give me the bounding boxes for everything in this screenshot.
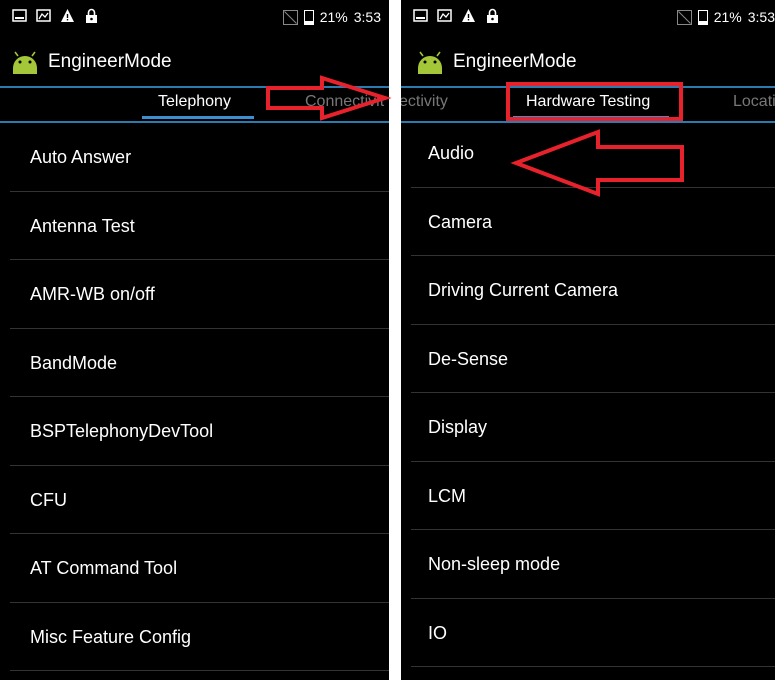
list-item-label: Audio — [428, 143, 475, 163]
list-item[interactable]: Camera — [401, 188, 775, 256]
list-item[interactable]: AMR-WB on/off — [0, 260, 389, 329]
list-item-label: Non-sleep mode — [428, 554, 561, 574]
battery-percent: 21% — [713, 9, 742, 25]
list-item[interactable]: Display — [401, 393, 775, 462]
list-item[interactable]: Antenna Test — [0, 192, 389, 260]
list-item[interactable]: Auto Answer — [0, 123, 389, 192]
list-item-label: CFU — [30, 489, 67, 510]
tab-telephony[interactable]: Telephony — [158, 93, 231, 111]
android-logo-icon — [418, 51, 442, 74]
list-item-label: Auto Answer — [30, 147, 132, 167]
tab-location[interactable]: Locati — [733, 93, 775, 111]
list-item[interactable]: BSPTelephonyDevTool — [0, 397, 389, 466]
tab-connectivity[interactable]: Connectivit — [305, 93, 384, 111]
list-item-label: Display — [428, 417, 488, 437]
list-item-label: AT Command Tool — [30, 558, 178, 578]
list-item[interactable]: Driving Current Camera — [401, 256, 775, 325]
highlight-box — [506, 82, 683, 121]
warning-icon — [60, 8, 75, 23]
list-item-label: Camera — [428, 211, 493, 232]
clock: 3:53 — [353, 9, 381, 25]
list-item-label: De-Sense — [428, 348, 509, 369]
list-item-label: AMR-WB on/off — [30, 284, 155, 304]
list-item-label: BSPTelephonyDevTool — [30, 421, 214, 441]
android-logo-icon — [13, 51, 37, 74]
list-item[interactable]: LCM — [401, 462, 775, 530]
notification-icon — [413, 8, 428, 23]
menu-list: Auto Answer Antenna Test AMR-WB on/off B… — [0, 123, 389, 671]
menu-list: Audio Camera Driving Current Camera De-S… — [401, 119, 775, 667]
screenshot-icon — [36, 8, 51, 23]
list-item[interactable]: Audio — [401, 119, 775, 188]
warning-icon — [461, 8, 476, 23]
list-item-label: Misc Feature Config — [30, 626, 192, 647]
battery-percent: 21% — [319, 9, 348, 25]
list-item[interactable]: AT Command Tool — [0, 534, 389, 603]
list-item[interactable]: IO — [401, 599, 775, 667]
clock: 3:53 — [747, 9, 775, 25]
app-title: EngineerMode — [48, 51, 172, 72]
lock-icon — [485, 8, 500, 23]
list-item-label: BandMode — [30, 352, 118, 373]
list-item-label: LCM — [428, 485, 467, 506]
action-bar: EngineerMode — [401, 38, 775, 86]
tab-bar[interactable]: Telephony Connectivit — [0, 88, 389, 121]
tab-indicator — [142, 116, 254, 119]
list-item[interactable]: De-Sense — [401, 325, 775, 393]
left-screen: 21% 3:53 EngineerMode Telephony Connecti… — [0, 0, 389, 680]
divider — [411, 666, 775, 667]
list-item-label: Driving Current Camera — [428, 280, 619, 300]
action-bar: EngineerMode — [0, 38, 389, 86]
list-item-label: IO — [428, 622, 448, 643]
app-title: EngineerMode — [453, 51, 577, 72]
no-sim-icon — [676, 9, 692, 25]
lock-icon — [84, 8, 99, 23]
divider — [10, 670, 389, 671]
tab-connectivity[interactable]: ectivity — [401, 93, 448, 111]
no-sim-icon — [282, 9, 298, 25]
status-bar: 21% 3:53 — [401, 0, 775, 34]
battery-icon — [697, 9, 708, 25]
list-item[interactable]: BandMode — [0, 329, 389, 397]
list-item[interactable]: CFU — [0, 466, 389, 534]
status-bar: 21% 3:53 — [0, 0, 389, 34]
list-item-label: Antenna Test — [30, 215, 135, 236]
battery-icon — [303, 9, 314, 25]
list-item[interactable]: Misc Feature Config — [0, 603, 389, 671]
list-item[interactable]: Non-sleep mode — [401, 530, 775, 599]
notification-icon — [12, 8, 27, 23]
screenshot-icon — [437, 8, 452, 23]
